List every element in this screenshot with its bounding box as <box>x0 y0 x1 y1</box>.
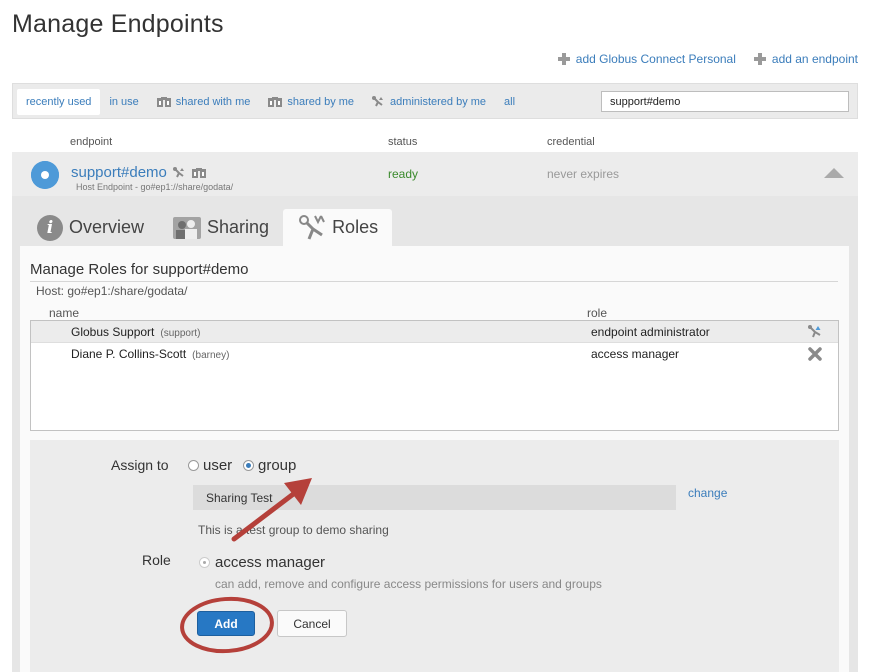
role-value: endpoint administrator <box>591 325 710 339</box>
tab-label: Sharing <box>207 217 270 237</box>
add-gcp-label: add Globus Connect Personal <box>575 52 736 66</box>
add-endpoint-label: add an endpoint <box>771 52 858 66</box>
role-user-name: Globus Support (support) <box>71 325 200 339</box>
role-label: Role <box>142 552 171 568</box>
collapse-icon[interactable] <box>824 168 844 178</box>
roles-host: Host: go#ep1:/share/godata/ <box>36 284 188 298</box>
role-user-name: Diane P. Collins-Scott (barney) <box>71 347 229 361</box>
filter-tab-label: recently used <box>26 96 92 108</box>
sharing-icon <box>173 216 202 239</box>
filter-tab-shared-with-me[interactable]: shared with me <box>148 89 260 115</box>
status-badge: ready <box>388 167 419 181</box>
tab-sharing[interactable]: Sharing <box>158 209 283 246</box>
add-endpoint-link[interactable]: add an endpoint <box>753 52 858 66</box>
endpoint-host: Host Endpoint - go#ep1://share/godata/ <box>76 182 234 192</box>
top-actions: add Globus Connect Personal add an endpo… <box>557 52 858 66</box>
filter-tab-in-use[interactable]: in use <box>100 89 147 115</box>
endpoint-search-input[interactable] <box>601 91 849 112</box>
roles-header-name: name <box>49 306 80 320</box>
filter-tab-all[interactable]: all <box>495 89 524 115</box>
roles-icon <box>299 214 325 240</box>
divider <box>30 281 838 282</box>
group-field[interactable]: Sharing Test <box>193 485 676 510</box>
assign-group-radio[interactable]: group <box>243 457 296 474</box>
filter-tab-label: shared by me <box>287 96 355 108</box>
column-header-endpoint: endpoint <box>70 136 113 148</box>
filter-tab-recently-used[interactable]: recently used <box>17 89 101 115</box>
endpoint-select-radio[interactable] <box>31 161 59 189</box>
filter-tab-label: in use <box>109 96 139 108</box>
roles-header-role: role <box>587 306 608 320</box>
radio-user[interactable] <box>188 460 199 471</box>
filter-tab-label: administered by me <box>390 96 487 108</box>
role-option-label: access manager <box>215 554 326 571</box>
group-description: This is a test group to demo sharing <box>198 523 389 537</box>
tab-overview[interactable]: i Overview <box>22 209 158 246</box>
credential-value: never expires <box>547 167 620 181</box>
user-name: Globus Support <box>71 325 155 339</box>
table-row[interactable]: Diane P. Collins-Scott (barney) access ma… <box>31 343 838 365</box>
filter-tab-administered-by-me[interactable]: administered by me <box>363 89 495 115</box>
shared-icon <box>156 97 171 107</box>
detail-tabs: i Overview Sharing Roles <box>22 209 393 246</box>
delete-icon[interactable] <box>808 347 822 361</box>
role-description: can add, remove and configure access per… <box>215 577 602 591</box>
add-gcp-link[interactable]: add Globus Connect Personal <box>557 52 736 66</box>
filter-tab-label: shared with me <box>175 96 251 108</box>
shared-icon <box>268 97 283 107</box>
roles-table: Globus Support (support) endpoint adminis… <box>30 320 839 431</box>
role-value: access manager <box>591 347 680 361</box>
role-option[interactable]: access manager <box>199 554 325 571</box>
role-radio[interactable] <box>199 557 210 568</box>
endpoint-name[interactable]: support#demo <box>71 164 167 181</box>
admin-icon <box>808 325 821 338</box>
tab-roles[interactable]: Roles <box>283 209 393 246</box>
page-title: Manage Endpoints <box>12 10 224 38</box>
column-header-status: status <box>388 136 418 148</box>
filter-tab-label: all <box>504 96 516 108</box>
admin-icon <box>172 166 184 177</box>
column-header-credential: credential <box>547 136 595 148</box>
radio-group[interactable] <box>243 460 254 471</box>
option-user-label: user <box>203 457 233 474</box>
user-username: (barney) <box>192 350 230 361</box>
assign-to-label: Assign to <box>111 457 169 473</box>
assign-role-form: Assign to user group Sharing Test change… <box>30 440 839 672</box>
tab-label: Overview <box>69 217 145 237</box>
manage-roles-title: Manage Roles for support#demo <box>30 261 249 278</box>
assign-user-radio[interactable]: user <box>188 457 232 474</box>
endpoint-row[interactable]: support#demo Host Endpoint - go#ep1://sh… <box>12 152 858 196</box>
admin-icon <box>372 96 384 107</box>
add-button[interactable]: Add <box>197 611 255 636</box>
change-group-link[interactable]: change <box>688 486 727 500</box>
user-name: Diane P. Collins-Scott <box>71 347 187 361</box>
filter-tab-shared-by-me[interactable]: shared by me <box>259 89 363 115</box>
user-username: (support) <box>160 328 201 339</box>
endpoint-detail-panel: i Overview Sharing Roles Manage Roles fo… <box>12 196 858 672</box>
option-group-label: group <box>258 457 297 474</box>
shared-icon <box>191 167 206 178</box>
plus-icon <box>557 53 570 65</box>
roles-content: Manage Roles for support#demo Host: go#e… <box>20 246 849 672</box>
cancel-button[interactable]: Cancel <box>277 610 347 637</box>
plus-icon <box>753 53 766 65</box>
tab-label: Roles <box>332 217 379 237</box>
info-icon: i <box>37 214 63 241</box>
table-row[interactable]: Globus Support (support) endpoint adminis… <box>31 321 838 343</box>
filter-bar: recently used in use shared with me shar… <box>12 83 858 119</box>
